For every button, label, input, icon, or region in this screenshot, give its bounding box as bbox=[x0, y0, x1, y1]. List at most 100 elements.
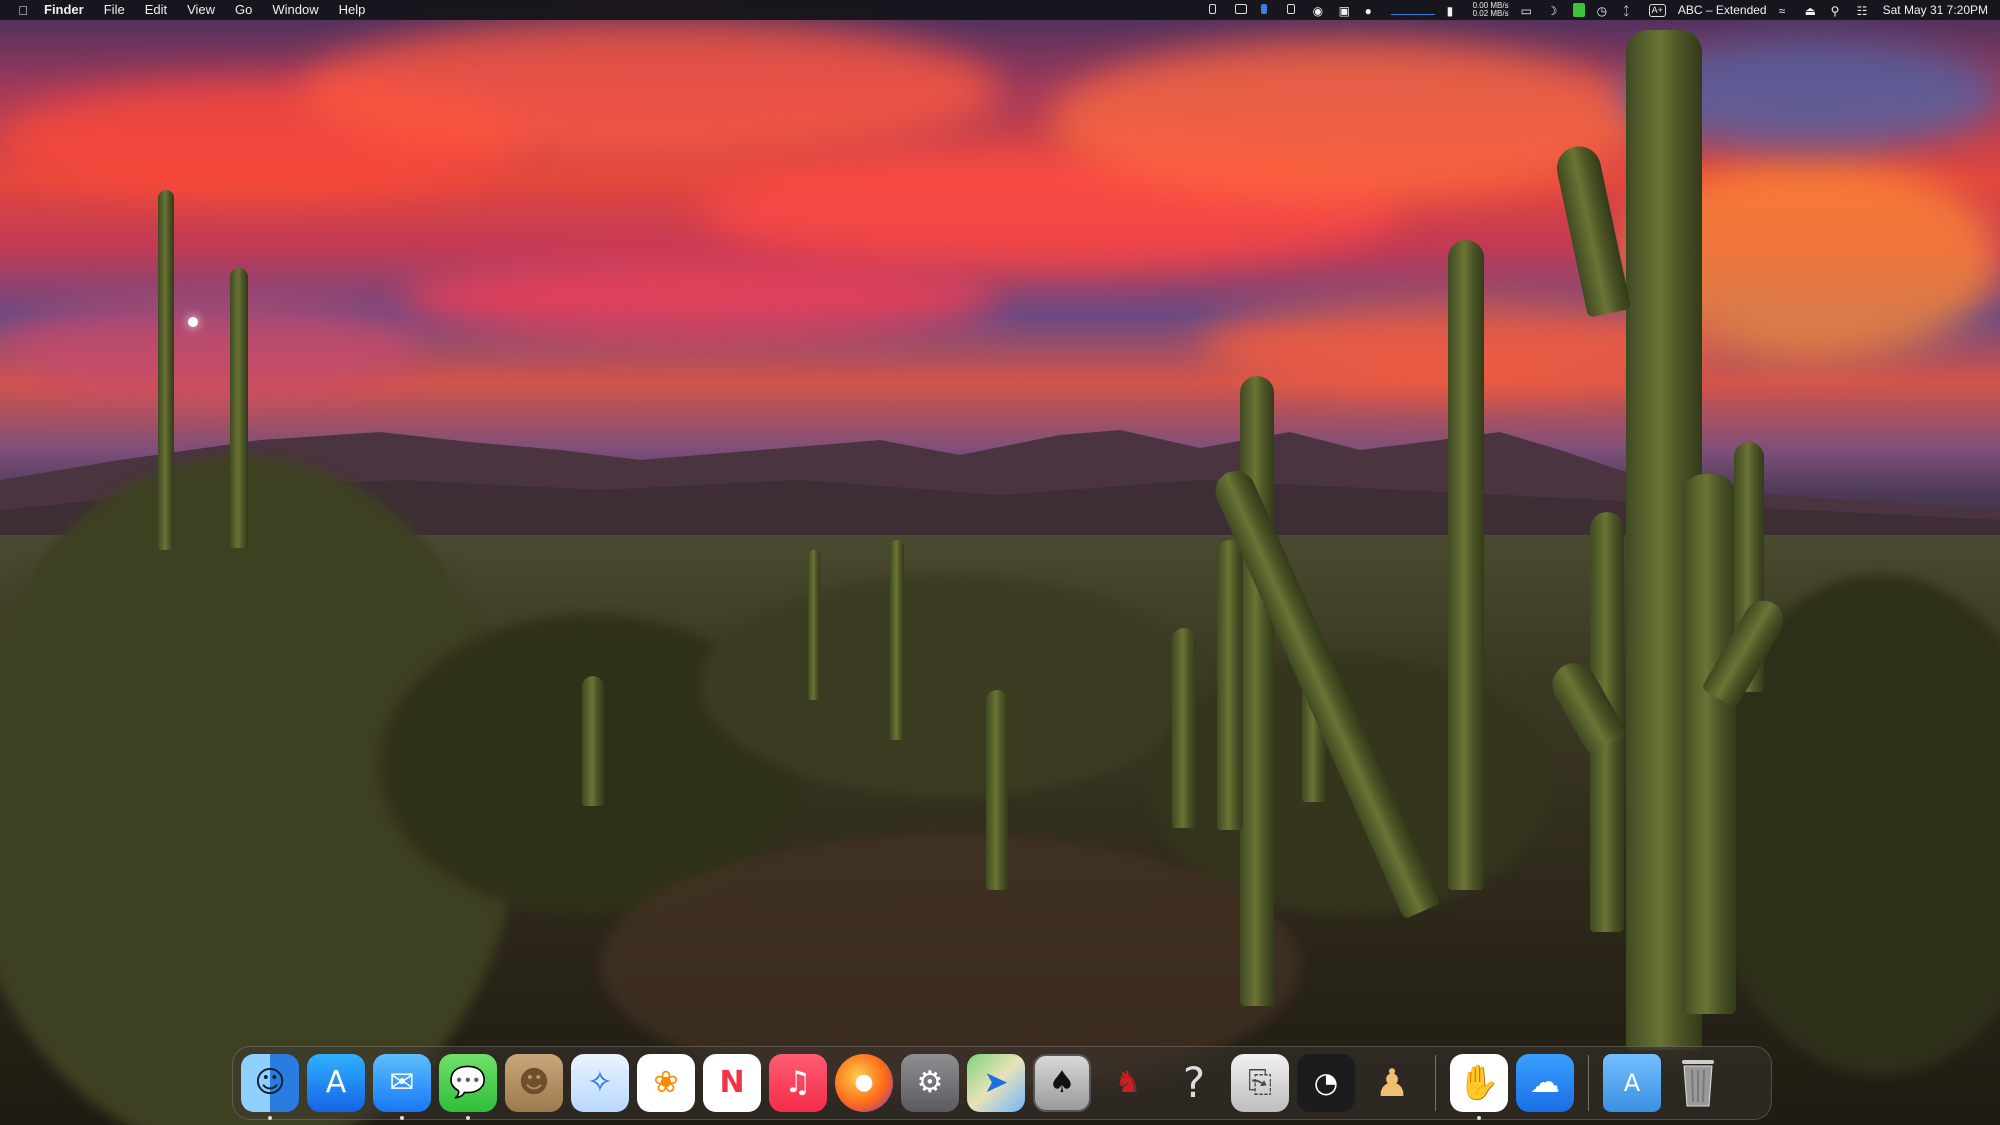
compass-glyph: ✧ bbox=[587, 1065, 613, 1100]
music-note-glyph: ♫ bbox=[784, 1065, 812, 1100]
question-glyph: ? bbox=[1182, 1058, 1206, 1107]
network-speed[interactable]: 0.00 MB/s 0.02 MB/s bbox=[1473, 2, 1509, 18]
menu-window[interactable]: Window bbox=[262, 0, 328, 20]
chess-glyph: ♞ bbox=[1114, 1065, 1142, 1100]
messages-icon[interactable]: 💬 bbox=[439, 1054, 497, 1120]
app-store-glyph: A bbox=[325, 1065, 347, 1100]
cactus bbox=[1240, 376, 1274, 1006]
camera-icon[interactable]: ◉ bbox=[1313, 4, 1327, 18]
cactus bbox=[1552, 142, 1632, 318]
chess-icon[interactable]: ♞ bbox=[1099, 1054, 1157, 1112]
menu-view[interactable]: View bbox=[177, 0, 225, 20]
people-icon[interactable]: ♟ bbox=[1363, 1054, 1421, 1112]
news-icon[interactable]: N bbox=[703, 1054, 761, 1112]
battery-monitor-icon[interactable] bbox=[1208, 4, 1223, 16]
cloud-glyph: ☁ bbox=[1530, 1065, 1560, 1100]
hand-glyph: ✋ bbox=[1457, 1063, 1501, 1103]
solitaire-icon[interactable]: ♠ bbox=[1033, 1054, 1091, 1112]
spade-glyph: ♠ bbox=[1048, 1065, 1076, 1100]
gear-glyph: ⚙ bbox=[916, 1065, 944, 1100]
finder-face-glyph: ☺ bbox=[254, 1065, 286, 1100]
messages-glyph: 💬 bbox=[449, 1065, 487, 1100]
running-indicator bbox=[268, 1116, 272, 1120]
cactus bbox=[582, 676, 604, 806]
desktop[interactable]:  Finder File Edit View Go Window Help ◉… bbox=[0, 0, 2000, 1125]
screenshot-icon[interactable]: ▣ bbox=[1339, 4, 1353, 18]
control-center-icon[interactable]: ☷ bbox=[1857, 4, 1871, 18]
dock-separator bbox=[1588, 1055, 1589, 1111]
menu-app-name[interactable]: Finder bbox=[36, 0, 94, 20]
disk-monitor-icon[interactable] bbox=[1286, 4, 1301, 16]
clock-icon[interactable]: ◷ bbox=[1597, 4, 1611, 18]
trash-icon[interactable] bbox=[1669, 1054, 1727, 1112]
sky-streak bbox=[400, 260, 1000, 340]
cactus bbox=[230, 268, 248, 548]
dock-separator bbox=[1435, 1055, 1436, 1111]
app-store-icon[interactable]: A bbox=[307, 1054, 365, 1112]
finder-icon[interactable]: ☺ bbox=[241, 1054, 299, 1120]
sky-streak bbox=[300, 20, 1000, 160]
wifi-icon[interactable]: ≈ bbox=[1779, 4, 1793, 18]
firefox-icon[interactable]: ● bbox=[835, 1054, 893, 1112]
menu-bar:  Finder File Edit View Go Window Help ◉… bbox=[0, 0, 2000, 20]
system-settings-icon[interactable]: ⚙ bbox=[901, 1054, 959, 1112]
running-indicator bbox=[400, 1116, 404, 1120]
gpu-graph-icon[interactable] bbox=[1390, 6, 1435, 15]
news-glyph: N bbox=[719, 1065, 745, 1100]
keyboard-badge[interactable]: A+ bbox=[1648, 3, 1666, 17]
memory-monitor-icon[interactable] bbox=[1234, 4, 1249, 16]
bush bbox=[700, 575, 1200, 795]
weather-icon[interactable]: ☁ bbox=[1516, 1054, 1574, 1112]
menu-go[interactable]: Go bbox=[225, 0, 262, 20]
speedometer-icon[interactable]: ◔ bbox=[1297, 1054, 1355, 1112]
mail-glyph: ✉ bbox=[389, 1065, 415, 1100]
people-glyph: ♟ bbox=[1374, 1061, 1410, 1105]
photos-icon[interactable]: ❀ bbox=[637, 1054, 695, 1112]
search-icon[interactable]: ⚲ bbox=[1831, 4, 1845, 18]
map-arrow-glyph: ➤ bbox=[983, 1065, 1009, 1100]
mail-icon[interactable]: ✉ bbox=[373, 1054, 431, 1120]
contacts-glyph: ☻ bbox=[518, 1065, 550, 1100]
apple-menu-icon[interactable]:  bbox=[10, 3, 36, 18]
cactus bbox=[1172, 628, 1196, 828]
menu-edit[interactable]: Edit bbox=[135, 0, 177, 20]
display-icon[interactable]: ▭ bbox=[1521, 4, 1535, 18]
moon bbox=[188, 317, 198, 327]
sensors-icon[interactable]: ▮ bbox=[1447, 4, 1461, 18]
stop-hand-icon[interactable]: ✋ bbox=[1450, 1054, 1508, 1120]
contacts-icon[interactable]: ☻ bbox=[505, 1054, 563, 1112]
cactus bbox=[1217, 540, 1243, 830]
battery-level-icon[interactable] bbox=[1572, 3, 1585, 17]
music-icon[interactable]: ♫ bbox=[769, 1054, 827, 1112]
gauge-glyph: ◔ bbox=[1313, 1066, 1339, 1099]
printer-glyph: ⎘ bbox=[1248, 1065, 1272, 1100]
eject-icon[interactable]: ⏏ bbox=[1805, 4, 1819, 18]
sky-streak bbox=[0, 300, 420, 400]
dock: ☺ A ✉ 💬 ☻ ✧ ❀ N ♫ ● ⚙ ➤ ♠ ♞ ? ⎘ ◔ ♟ ✋ ☁ … bbox=[232, 1046, 1772, 1120]
cactus bbox=[890, 540, 904, 740]
moon-icon[interactable]: ☽ bbox=[1547, 4, 1561, 18]
record-icon[interactable]: ● bbox=[1365, 4, 1379, 18]
input-source[interactable]: ABC – Extended bbox=[1678, 3, 1767, 17]
menu-help[interactable]: Help bbox=[329, 0, 376, 20]
cpu-monitor-icon[interactable] bbox=[1260, 4, 1275, 16]
network-download: 0.02 MB/s bbox=[1472, 9, 1509, 18]
bluetooth-icon[interactable]: ᛨ bbox=[1623, 4, 1637, 18]
running-indicator bbox=[466, 1116, 470, 1120]
maps-icon[interactable]: ➤ bbox=[967, 1054, 1025, 1112]
photos-glyph: ❀ bbox=[653, 1065, 679, 1100]
trash-can-glyph bbox=[1682, 1060, 1714, 1107]
safari-icon[interactable]: ✧ bbox=[571, 1054, 629, 1112]
cactus bbox=[1682, 474, 1736, 1014]
clock-datetime[interactable]: Sat May 31 7:20PM bbox=[1883, 3, 1988, 17]
applications-glyph: A bbox=[1623, 1069, 1641, 1097]
printer-icon[interactable]: ⎘ bbox=[1231, 1054, 1289, 1112]
menu-file[interactable]: File bbox=[94, 0, 135, 20]
cactus bbox=[1448, 240, 1484, 890]
cactus bbox=[808, 550, 820, 700]
cactus bbox=[986, 690, 1008, 890]
help-icon[interactable]: ? bbox=[1165, 1054, 1223, 1112]
cactus bbox=[158, 190, 174, 550]
running-indicator bbox=[1477, 1116, 1481, 1120]
applications-folder-icon[interactable]: A bbox=[1603, 1054, 1661, 1112]
